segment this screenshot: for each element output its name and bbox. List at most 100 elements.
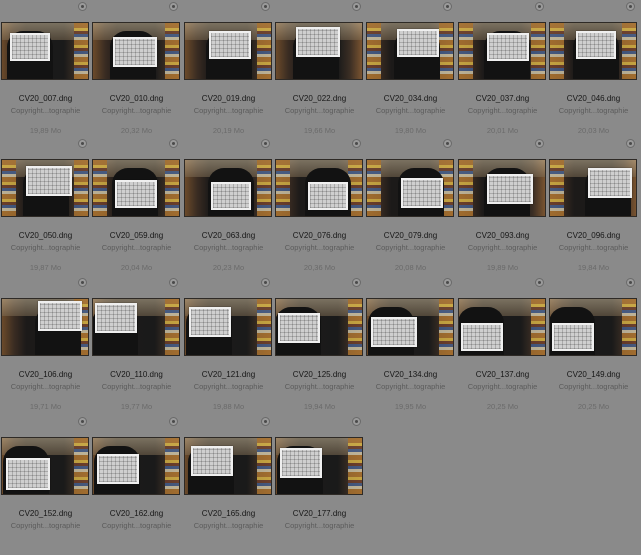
option-badge-icon[interactable] — [535, 278, 544, 287]
bookshelf — [257, 23, 271, 79]
thumbnail-cell[interactable]: CV20_019.dng Copyright...tographie 20,19 M… — [183, 2, 274, 140]
image-thumbnail[interactable] — [184, 159, 272, 217]
file-size: 20,23 Mo — [212, 263, 245, 272]
option-badge-icon[interactable] — [626, 278, 635, 287]
image-thumbnail[interactable] — [92, 159, 180, 217]
thumbnail-cell[interactable]: CV20_152.dng Copyright...tographie — [0, 417, 91, 555]
option-badge-icon[interactable] — [78, 417, 87, 426]
image-thumbnail[interactable] — [458, 298, 546, 356]
image-thumbnail[interactable] — [275, 437, 363, 495]
test-chart — [487, 33, 529, 61]
file-size: 19,77 Mo — [120, 402, 153, 411]
test-chart — [115, 180, 157, 208]
thumbnail-cell[interactable]: CV20_034.dng Copyright...tographie 19,80 M… — [365, 2, 456, 140]
image-thumbnail[interactable] — [275, 298, 363, 356]
thumbnail-cell[interactable]: CV20_010.dng Copyright...tographie 20,32 M… — [91, 2, 182, 140]
thumbnail-cell[interactable]: CV20_007.dng Copyright...tographie 19,89 M… — [0, 2, 91, 140]
option-badge-icon[interactable] — [169, 278, 178, 287]
thumbnail-cell[interactable]: CV20_063.dng Copyright...tographie 20,23 M… — [183, 139, 274, 277]
option-badge-icon[interactable] — [261, 139, 270, 148]
thumbnail-cell[interactable]: CV20_050.dng Copyright...tographie 19,87 M… — [0, 139, 91, 277]
copyright-text: Copyright...tographie — [193, 243, 264, 252]
bookshelf — [257, 299, 271, 355]
image-thumbnail[interactable] — [184, 22, 272, 80]
image-thumbnail[interactable] — [1, 22, 89, 80]
image-thumbnail[interactable] — [549, 22, 637, 80]
option-badge-icon[interactable] — [535, 2, 544, 11]
image-thumbnail[interactable] — [92, 298, 180, 356]
thumbnail-cell[interactable]: CV20_165.dng Copyright...tographie — [183, 417, 274, 555]
thumbnail-cell[interactable]: CV20_076.dng Copyright...tographie 20,36 M… — [274, 139, 365, 277]
image-thumbnail[interactable] — [1, 298, 89, 356]
copyright-text: Copyright...tographie — [10, 382, 81, 391]
thumbnail-cell[interactable]: CV20_096.dng Copyright...tographie 19,84 M… — [548, 139, 639, 277]
thumbnail-cell[interactable]: CV20_125.dng Copyright...tographie 19,94 M… — [274, 278, 365, 416]
image-thumbnail[interactable] — [458, 159, 546, 217]
option-badge-icon[interactable] — [169, 417, 178, 426]
option-badge-icon[interactable] — [78, 139, 87, 148]
image-thumbnail[interactable] — [549, 159, 637, 217]
image-thumbnail[interactable] — [92, 22, 180, 80]
image-thumbnail[interactable] — [92, 437, 180, 495]
thumbnail-cell[interactable]: CV20_037.dng Copyright...tographie 20,01 M… — [457, 2, 548, 140]
test-chart — [461, 323, 503, 351]
option-badge-icon[interactable] — [78, 2, 87, 11]
thumbnail-cell[interactable]: CV20_162.dng Copyright...tographie — [91, 417, 182, 555]
copyright-text: Copyright...tographie — [467, 106, 538, 115]
option-badge-icon[interactable] — [261, 2, 270, 11]
option-badge-icon[interactable] — [352, 417, 361, 426]
file-size: 19,89 Mo — [486, 263, 519, 272]
image-thumbnail[interactable] — [275, 159, 363, 217]
option-badge-icon[interactable] — [352, 139, 361, 148]
file-name: CV20_034.dng — [383, 94, 438, 103]
image-thumbnail[interactable] — [366, 22, 454, 80]
thumbnail-cell[interactable]: CV20_177.dng Copyright...tographie — [274, 417, 365, 555]
option-badge-icon[interactable] — [535, 139, 544, 148]
thumbnail-cell[interactable]: CV20_059.dng Copyright...tographie 20,04 M… — [91, 139, 182, 277]
image-thumbnail[interactable] — [1, 159, 89, 217]
image-thumbnail[interactable] — [366, 159, 454, 217]
option-badge-icon[interactable] — [261, 417, 270, 426]
thumbnail-cell[interactable]: CV20_121.dng Copyright...tographie 19,88 M… — [183, 278, 274, 416]
bookshelf — [439, 299, 453, 355]
image-thumbnail[interactable] — [1, 437, 89, 495]
option-badge-icon[interactable] — [443, 278, 452, 287]
option-badge-icon[interactable] — [626, 2, 635, 11]
option-badge-icon[interactable] — [261, 278, 270, 287]
test-chart — [209, 31, 251, 59]
test-chart — [296, 27, 340, 57]
option-badge-icon[interactable] — [352, 2, 361, 11]
file-name: CV20_050.dng — [18, 231, 73, 240]
image-thumbnail[interactable] — [275, 22, 363, 80]
thumbnail-cell[interactable]: CV20_106.dng Copyright...tographie 19,71 M… — [0, 278, 91, 416]
file-size: 19,84 Mo — [577, 263, 610, 272]
option-badge-icon[interactable] — [443, 139, 452, 148]
thumbnail-cell[interactable]: CV20_079.dng Copyright...tographie 20,08 M… — [365, 139, 456, 277]
image-thumbnail[interactable] — [366, 298, 454, 356]
image-thumbnail[interactable] — [549, 298, 637, 356]
thumbnail-cell[interactable]: CV20_149.dng Copyright...tographie 20,25 M… — [548, 278, 639, 416]
option-badge-icon[interactable] — [626, 139, 635, 148]
test-chart — [576, 31, 616, 59]
thumbnail-cell[interactable]: CV20_137.dng Copyright...tographie 20,25 M… — [457, 278, 548, 416]
option-badge-icon[interactable] — [443, 2, 452, 11]
copyright-text: Copyright...tographie — [284, 521, 355, 530]
thumbnail-cell[interactable]: CV20_022.dng Copyright...tographie 19,66 M… — [274, 2, 365, 140]
option-badge-icon[interactable] — [352, 278, 361, 287]
file-size: 20,32 Mo — [120, 126, 153, 135]
bookshelf — [165, 299, 179, 355]
option-badge-icon[interactable] — [169, 2, 178, 11]
bookshelf — [74, 23, 88, 79]
option-badge-icon[interactable] — [78, 278, 87, 287]
thumbnail-cell[interactable]: CV20_093.dng Copyright...tographie 19,89 M… — [457, 139, 548, 277]
file-size: 20,36 Mo — [303, 263, 336, 272]
image-thumbnail[interactable] — [184, 298, 272, 356]
bookshelf — [459, 160, 473, 216]
image-thumbnail[interactable] — [458, 22, 546, 80]
thumbnail-cell[interactable]: CV20_046.dng Copyright...tographie 20,03 M… — [548, 2, 639, 140]
test-chart — [97, 454, 139, 484]
image-thumbnail[interactable] — [184, 437, 272, 495]
option-badge-icon[interactable] — [169, 139, 178, 148]
thumbnail-cell[interactable]: CV20_134.dng Copyright...tographie 19,95 M… — [365, 278, 456, 416]
thumbnail-cell[interactable]: CV20_110.dng Copyright...tographie 19,77 M… — [91, 278, 182, 416]
